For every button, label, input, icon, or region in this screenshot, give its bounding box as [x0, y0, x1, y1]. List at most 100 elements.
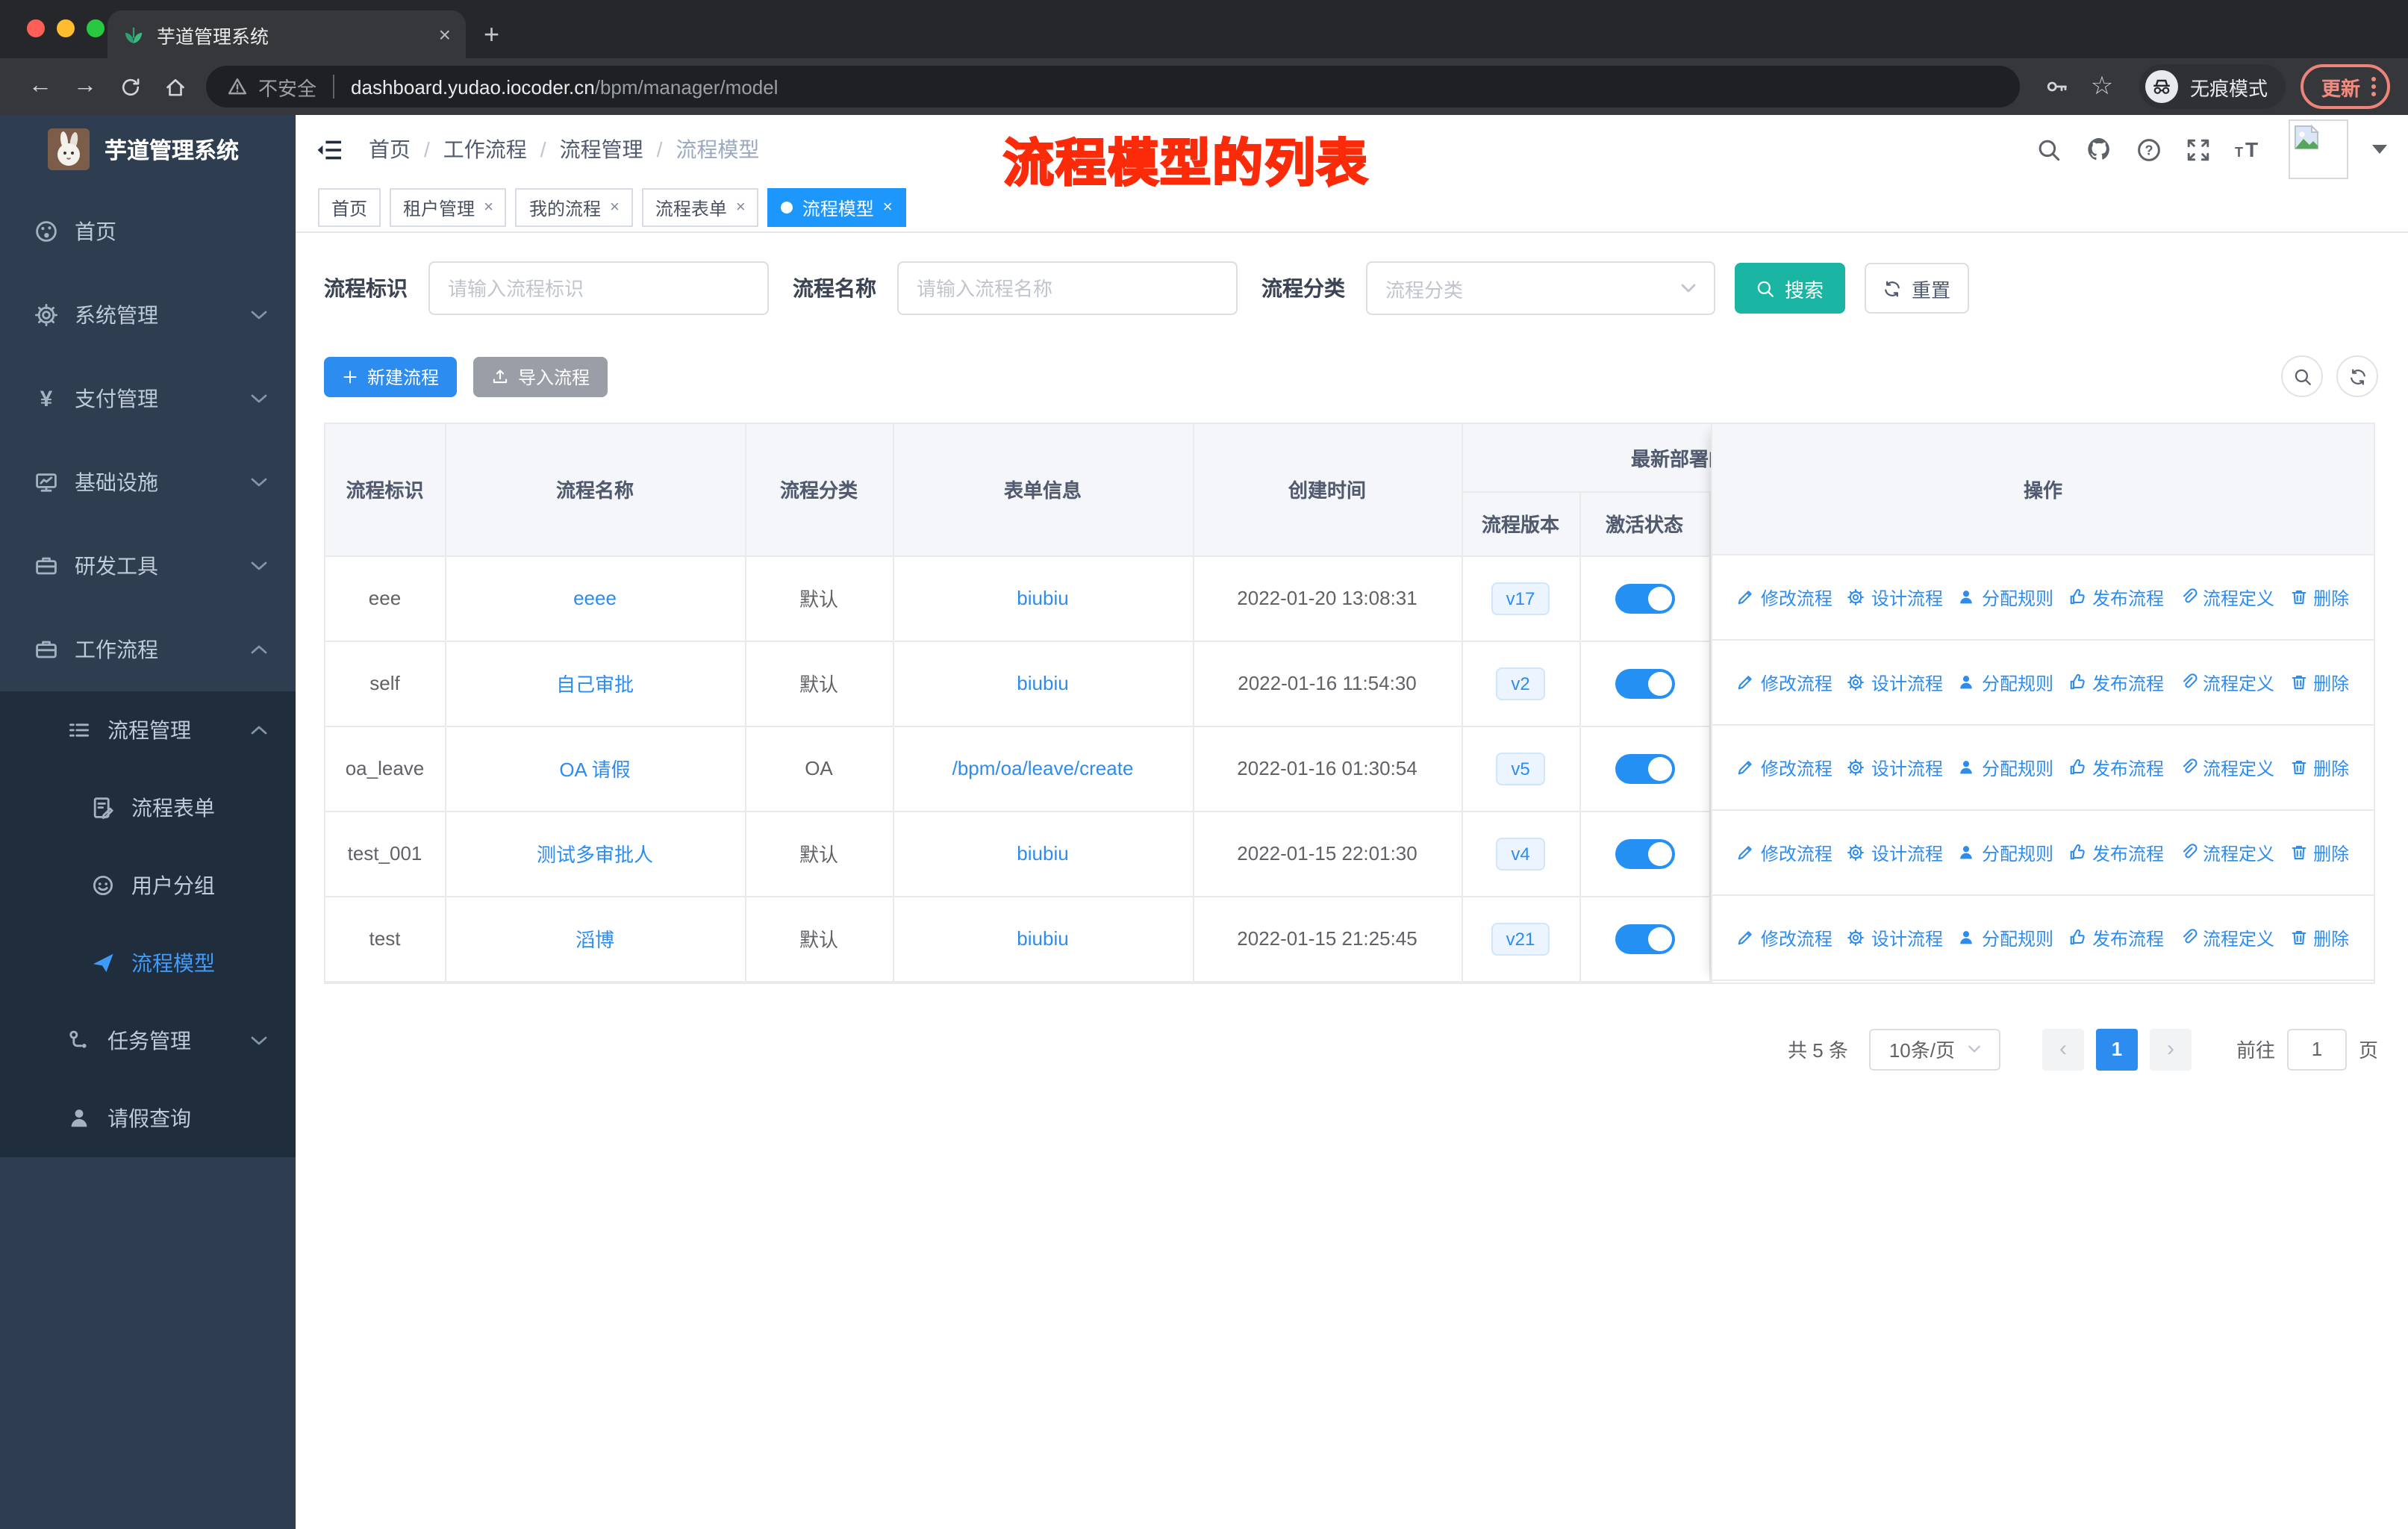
browser-tab[interactable]: 芋道管理系统 ×	[107, 10, 466, 58]
assign-rule-link[interactable]: 分配规则	[1958, 755, 2053, 780]
bookmark-star-icon[interactable]: ☆	[2080, 72, 2124, 102]
process-name-link[interactable]: eeee	[573, 587, 617, 609]
design-process-link[interactable]: 设计流程	[1847, 670, 1943, 695]
sidebar-item-process-model[interactable]: 流程模型	[0, 924, 296, 1002]
tab-close-icon[interactable]: ×	[439, 24, 451, 45]
close-icon[interactable]: ×	[610, 199, 620, 216]
design-process-link[interactable]: 设计流程	[1847, 755, 1943, 780]
sidebar-item-devtools[interactable]: 研发工具	[0, 524, 296, 608]
process-name-link[interactable]: OA 请假	[559, 759, 630, 781]
active-toggle[interactable]	[1615, 753, 1674, 783]
not-secure-warning[interactable]: 不安全	[227, 72, 316, 101]
sidebar-item-payment[interactable]: ¥ 支付管理	[0, 357, 296, 440]
modify-process-link[interactable]: 修改流程	[1737, 755, 1832, 780]
page-size-select[interactable]: 10条/页	[1868, 1028, 2000, 1070]
filter-id-input[interactable]	[428, 261, 769, 315]
publish-process-link[interactable]: 发布流程	[2068, 840, 2164, 865]
form-info-link[interactable]: biubiu	[1017, 587, 1068, 609]
active-toggle[interactable]	[1615, 583, 1674, 613]
search-button[interactable]: 搜索	[1735, 263, 1845, 314]
form-info-link[interactable]: biubiu	[1017, 842, 1068, 865]
version-badge[interactable]: v5	[1496, 752, 1545, 785]
reset-button[interactable]: 重置	[1865, 263, 1969, 314]
tag-process-model-active[interactable]: 流程模型 ×	[767, 188, 906, 227]
sidebar-item-user-group[interactable]: 用户分组	[0, 847, 296, 924]
prev-page-button[interactable]: ‹	[2042, 1028, 2084, 1070]
goto-page-input[interactable]	[2286, 1028, 2347, 1070]
assign-rule-link[interactable]: 分配规则	[1958, 585, 2053, 610]
fullscreen-icon[interactable]	[2186, 137, 2211, 162]
search-icon[interactable]	[2036, 137, 2062, 162]
reload-icon[interactable]	[107, 75, 152, 98]
form-info-link[interactable]: biubiu	[1017, 927, 1068, 950]
design-process-link[interactable]: 设计流程	[1847, 925, 1943, 950]
back-icon[interactable]: ←	[18, 73, 63, 100]
sidebar-item-process-form[interactable]: 流程表单	[0, 769, 296, 847]
version-badge[interactable]: v4	[1496, 837, 1545, 870]
sidebar-item-home[interactable]: 首页	[0, 190, 296, 273]
font-size-icon[interactable]: TT	[2235, 137, 2265, 161]
app-logo[interactable]: 芋道管理系统	[0, 115, 296, 184]
search-toggle-button[interactable]	[2281, 355, 2323, 397]
filter-name-input[interactable]	[897, 261, 1238, 315]
tag-my-process[interactable]: 我的流程 ×	[515, 188, 633, 227]
tag-home[interactable]: 首页	[318, 188, 381, 227]
delete-link[interactable]: 删除	[2289, 925, 2349, 950]
breadcrumb-process-mgmt[interactable]: 流程管理	[560, 134, 643, 164]
tag-tenant[interactable]: 租户管理 ×	[390, 188, 507, 227]
forward-icon[interactable]: →	[63, 73, 107, 100]
close-icon[interactable]: ×	[484, 199, 493, 216]
delete-link[interactable]: 删除	[2289, 840, 2349, 865]
next-page-button[interactable]: ›	[2149, 1028, 2192, 1070]
update-button[interactable]: 更新	[2300, 64, 2390, 109]
form-info-link[interactable]: biubiu	[1017, 672, 1068, 694]
refresh-table-button[interactable]	[2336, 355, 2378, 397]
import-process-button[interactable]: 导入流程	[473, 356, 608, 396]
sidebar-item-system[interactable]: 系统管理	[0, 273, 296, 357]
process-name-link[interactable]: 滔博	[576, 929, 614, 951]
publish-process-link[interactable]: 发布流程	[2068, 585, 2164, 610]
github-icon[interactable]	[2086, 136, 2112, 163]
active-toggle[interactable]	[1615, 924, 1674, 953]
caret-down-icon[interactable]	[2372, 145, 2387, 154]
breadcrumb-home[interactable]: 首页	[369, 134, 411, 164]
modify-process-link[interactable]: 修改流程	[1737, 585, 1832, 610]
breadcrumb-workflow[interactable]: 工作流程	[443, 134, 527, 164]
filter-category-select[interactable]: 流程分类	[1366, 261, 1715, 315]
publish-process-link[interactable]: 发布流程	[2068, 925, 2164, 950]
process-name-link[interactable]: 测试多审批人	[537, 844, 653, 866]
process-name-link[interactable]: 自己审批	[556, 673, 634, 696]
close-icon[interactable]: ×	[736, 199, 746, 216]
process-definition-link[interactable]: 流程定义	[2179, 925, 2274, 950]
help-icon[interactable]: ?	[2136, 137, 2162, 162]
process-definition-link[interactable]: 流程定义	[2179, 585, 2274, 610]
version-badge[interactable]: v21	[1491, 922, 1550, 955]
publish-process-link[interactable]: 发布流程	[2068, 755, 2164, 780]
assign-rule-link[interactable]: 分配规则	[1958, 925, 2053, 950]
modify-process-link[interactable]: 修改流程	[1737, 840, 1832, 865]
current-page-button[interactable]: 1	[2095, 1028, 2138, 1070]
delete-link[interactable]: 删除	[2289, 585, 2349, 610]
active-toggle[interactable]	[1615, 668, 1674, 698]
minimize-window-button[interactable]	[57, 19, 75, 37]
sidebar-item-infra[interactable]: 基础设施	[0, 440, 296, 524]
close-window-button[interactable]	[27, 19, 45, 37]
maximize-window-button[interactable]	[87, 19, 105, 37]
tag-process-form[interactable]: 流程表单 ×	[641, 188, 759, 227]
active-toggle[interactable]	[1615, 838, 1674, 868]
sidebar-collapse-icon[interactable]	[316, 138, 342, 161]
assign-rule-link[interactable]: 分配规则	[1958, 840, 2053, 865]
publish-process-link[interactable]: 发布流程	[2068, 670, 2164, 695]
process-definition-link[interactable]: 流程定义	[2179, 755, 2274, 780]
version-badge[interactable]: v17	[1491, 582, 1550, 614]
sidebar-item-leave-query[interactable]: 请假查询	[0, 1080, 296, 1157]
create-process-button[interactable]: 新建流程	[324, 356, 458, 396]
process-definition-link[interactable]: 流程定义	[2179, 670, 2274, 695]
design-process-link[interactable]: 设计流程	[1847, 840, 1943, 865]
process-definition-link[interactable]: 流程定义	[2179, 840, 2274, 865]
design-process-link[interactable]: 设计流程	[1847, 585, 1943, 610]
user-avatar[interactable]	[2289, 119, 2348, 179]
version-badge[interactable]: v2	[1496, 667, 1545, 700]
key-icon[interactable]	[2035, 75, 2080, 99]
menu-dots-icon[interactable]	[2371, 75, 2377, 99]
